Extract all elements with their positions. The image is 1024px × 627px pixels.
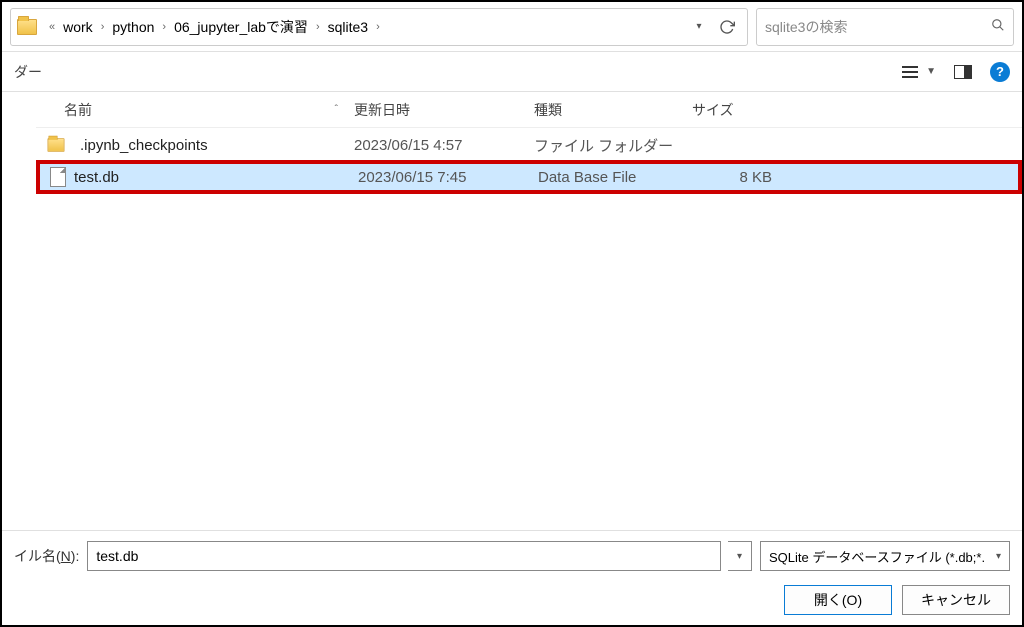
column-header-type[interactable]: 種類	[534, 100, 692, 120]
refresh-button[interactable]	[713, 9, 741, 45]
file-date: 2023/06/15 7:45	[358, 169, 538, 186]
toolbar-icons: ▼ ?	[902, 62, 1010, 82]
file-name: .ipynb_checkpoints	[80, 137, 208, 154]
file-list-area: 名前 ˆ 更新日時 種類 サイズ .ipynb_checkpoints 2023…	[2, 92, 1022, 522]
filename-input[interactable]	[87, 541, 721, 571]
search-icon	[991, 18, 1005, 35]
sort-indicator-icon: ˆ	[335, 104, 338, 115]
search-input[interactable]	[765, 19, 991, 35]
file-row[interactable]: .ipynb_checkpoints 2023/06/15 4:57 ファイル …	[36, 128, 1022, 162]
bottom-bar: イル名(N): ▾ SQLite データベースファイル (*.db;*. ▾ 開…	[2, 530, 1022, 625]
column-header-name[interactable]: 名前 ˆ	[36, 100, 354, 120]
open-button-highlight: 開く(O)	[784, 585, 892, 615]
open-button[interactable]: 開く(O)	[784, 585, 892, 615]
file-type: Data Base File	[538, 169, 696, 186]
toolbar: ダー ▼ ?	[2, 52, 1022, 92]
filename-dropdown[interactable]: ▾	[728, 541, 752, 571]
column-header-size[interactable]: サイズ	[692, 100, 778, 120]
view-options-button[interactable]: ▼	[902, 65, 936, 79]
breadcrumb-item[interactable]: 06_jupyter_labで演習	[172, 15, 310, 39]
folder-icon	[48, 138, 65, 152]
preview-pane-button[interactable]	[954, 65, 972, 79]
breadcrumb-item[interactable]: work	[61, 17, 95, 37]
search-box[interactable]	[756, 8, 1014, 46]
breadcrumb-overflow[interactable]: «	[49, 21, 55, 33]
button-row: 開く(O) キャンセル	[14, 585, 1010, 615]
folder-icon	[17, 19, 37, 35]
file-size: 8 KB	[696, 169, 782, 186]
file-type: ファイル フォルダー	[534, 135, 692, 156]
file-name: test.db	[74, 169, 119, 186]
filetype-select[interactable]: SQLite データベースファイル (*.db;*. ▾	[760, 541, 1010, 571]
chevron-right-icon: ›	[376, 21, 380, 33]
breadcrumb-item[interactable]: python	[110, 17, 156, 37]
filename-row: イル名(N): ▾ SQLite データベースファイル (*.db;*. ▾	[14, 541, 1010, 571]
file-date: 2023/06/15 4:57	[354, 137, 534, 154]
filetype-selected: SQLite データベースファイル (*.db;*.	[769, 547, 985, 566]
chevron-right-icon: ›	[101, 21, 105, 33]
column-header-label: 名前	[64, 100, 92, 120]
breadcrumb-item[interactable]: sqlite3	[326, 17, 370, 37]
file-row[interactable]: test.db 2023/06/15 7:45 Data Base File 8…	[36, 160, 1022, 194]
top-bar: « work › python › 06_jupyter_labで演習 › sq…	[2, 2, 1022, 52]
address-bar[interactable]: « work › python › 06_jupyter_labで演習 › sq…	[10, 8, 748, 46]
folder-panel-label: ダー	[14, 62, 42, 82]
chevron-right-icon: ›	[316, 21, 320, 33]
column-headers: 名前 ˆ 更新日時 種類 サイズ	[36, 92, 1022, 128]
chevron-down-icon: ▾	[996, 551, 1001, 562]
cancel-button[interactable]: キャンセル	[902, 585, 1010, 615]
chevron-right-icon: ›	[162, 21, 166, 33]
address-dropdown[interactable]: ▾	[685, 9, 713, 45]
help-button[interactable]: ?	[990, 62, 1010, 82]
column-header-date[interactable]: 更新日時	[354, 100, 534, 120]
filename-label: イル名(N):	[14, 546, 79, 566]
file-icon	[50, 167, 66, 187]
